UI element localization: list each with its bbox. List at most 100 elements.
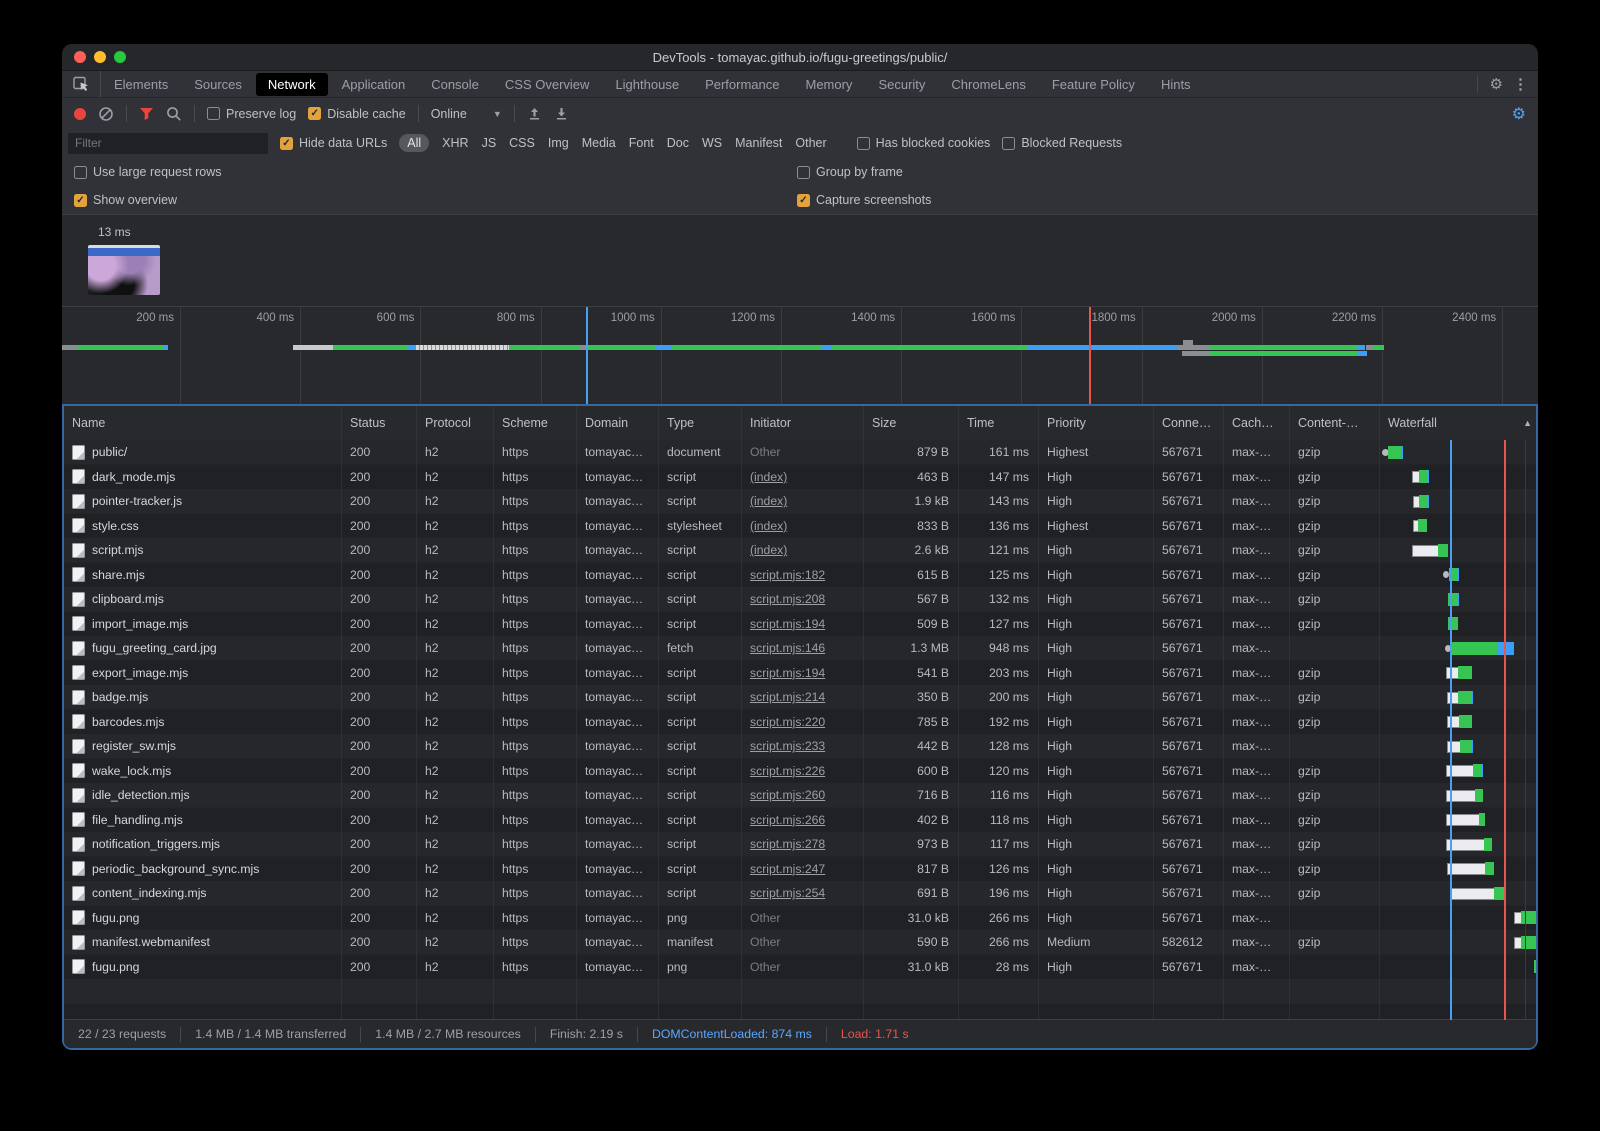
column-header-time[interactable]: Time <box>959 406 1039 440</box>
network-settings-gear-icon[interactable]: ⚙ <box>1512 104 1526 124</box>
capture-screenshots-checkbox[interactable]: Capture screenshots <box>797 193 931 207</box>
table-row[interactable]: import_image.mjs200h2httpstomayac…script… <box>64 612 1536 637</box>
search-icon[interactable] <box>166 106 182 122</box>
table-row[interactable]: style.css200h2httpstomayac…stylesheet(in… <box>64 514 1536 539</box>
column-header-size[interactable]: Size <box>864 406 959 440</box>
initiator-link[interactable]: (index) <box>750 543 787 557</box>
table-row[interactable]: public/200h2httpstomayac…documentOther87… <box>64 440 1536 465</box>
tab-application[interactable]: Application <box>330 73 418 96</box>
table-row[interactable]: wake_lock.mjs200h2httpstomayac…scriptscr… <box>64 759 1536 784</box>
column-header-priority[interactable]: Priority <box>1039 406 1154 440</box>
column-header-connection[interactable]: Conne… <box>1154 406 1224 440</box>
initiator-link[interactable]: (index) <box>750 519 787 533</box>
tab-chromelens[interactable]: ChromeLens <box>939 73 1037 96</box>
initiator-link[interactable]: script.mjs:260 <box>750 788 825 802</box>
initiator-link[interactable]: script.mjs:194 <box>750 666 825 680</box>
initiator-link[interactable]: script.mjs:182 <box>750 568 825 582</box>
clear-icon[interactable] <box>98 106 114 122</box>
tab-memory[interactable]: Memory <box>793 73 864 96</box>
column-header-name[interactable]: Name <box>64 406 342 440</box>
table-row[interactable]: content_indexing.mjs200h2httpstomayac…sc… <box>64 881 1536 906</box>
zoom-window-button[interactable] <box>114 51 126 63</box>
table-row[interactable]: barcodes.mjs200h2httpstomayac…scriptscri… <box>64 710 1536 735</box>
table-row[interactable]: register_sw.mjs200h2httpstomayac…scripts… <box>64 734 1536 759</box>
table-row[interactable]: dark_mode.mjs200h2httpstomayac…script(in… <box>64 465 1536 490</box>
tab-security[interactable]: Security <box>866 73 937 96</box>
throttling-dropdown[interactable]: Online ▼ <box>431 107 502 121</box>
export-har-icon[interactable] <box>554 106 569 121</box>
tab-lighthouse[interactable]: Lighthouse <box>603 73 691 96</box>
filter-chip-other[interactable]: Other <box>795 136 826 150</box>
table-row[interactable]: script.mjs200h2httpstomayac…script(index… <box>64 538 1536 563</box>
tab-elements[interactable]: Elements <box>102 73 180 96</box>
tab-css-overview[interactable]: CSS Overview <box>493 73 602 96</box>
filter-chip-font[interactable]: Font <box>629 136 654 150</box>
tab-feature-policy[interactable]: Feature Policy <box>1040 73 1147 96</box>
table-row[interactable]: clipboard.mjs200h2httpstomayac…scriptscr… <box>64 587 1536 612</box>
minimize-window-button[interactable] <box>94 51 106 63</box>
preserve-log-checkbox[interactable]: Preserve log <box>207 107 296 121</box>
table-row[interactable]: badge.mjs200h2httpstomayac…scriptscript.… <box>64 685 1536 710</box>
column-header-content[interactable]: Content-… <box>1290 406 1380 440</box>
column-header-domain[interactable]: Domain <box>577 406 659 440</box>
initiator-link[interactable]: script.mjs:146 <box>750 641 825 655</box>
tab-sources[interactable]: Sources <box>182 73 254 96</box>
filmstrip-thumbnail[interactable] <box>88 245 160 295</box>
sort-arrow-icon[interactable]: ▲ <box>1523 418 1532 428</box>
initiator-link[interactable]: script.mjs:254 <box>750 886 825 900</box>
table-row[interactable]: file_handling.mjs200h2httpstomayac…scrip… <box>64 808 1536 833</box>
hide-data-urls-checkbox[interactable]: Hide data URLs <box>280 136 387 150</box>
filter-chip-media[interactable]: Media <box>582 136 616 150</box>
has-blocked-cookies-checkbox[interactable]: Has blocked cookies <box>857 136 991 150</box>
initiator-link[interactable]: (index) <box>750 494 787 508</box>
filter-chip-css[interactable]: CSS <box>509 136 535 150</box>
column-header-protocol[interactable]: Protocol <box>417 406 494 440</box>
tab-console[interactable]: Console <box>419 73 491 96</box>
table-row[interactable]: fugu.png200h2httpstomayac…pngOther31.0 k… <box>64 955 1536 980</box>
table-row[interactable]: manifest.webmanifest200h2httpstomayac…ma… <box>64 930 1536 955</box>
initiator-link[interactable]: (index) <box>750 470 787 484</box>
group-by-frame-checkbox[interactable]: Group by frame <box>797 165 903 179</box>
column-header-cache[interactable]: Cach… <box>1224 406 1290 440</box>
initiator-link[interactable]: script.mjs:278 <box>750 837 825 851</box>
filter-chip-ws[interactable]: WS <box>702 136 722 150</box>
tab-network[interactable]: Network <box>256 73 328 96</box>
table-row[interactable]: notification_triggers.mjs200h2httpstomay… <box>64 832 1536 857</box>
tab-performance[interactable]: Performance <box>693 73 791 96</box>
initiator-link[interactable]: script.mjs:247 <box>750 862 825 876</box>
initiator-link[interactable]: script.mjs:226 <box>750 764 825 778</box>
show-overview-checkbox[interactable]: Show overview <box>74 193 177 207</box>
import-har-icon[interactable] <box>527 106 542 121</box>
filter-chip-doc[interactable]: Doc <box>667 136 689 150</box>
table-row[interactable]: share.mjs200h2httpstomayac…scriptscript.… <box>64 563 1536 588</box>
record-button[interactable] <box>74 108 86 120</box>
initiator-link[interactable]: script.mjs:233 <box>750 739 825 753</box>
table-row[interactable]: fugu_greeting_card.jpg200h2httpstomayac…… <box>64 636 1536 661</box>
column-header-waterfall[interactable]: Waterfall▲ <box>1380 406 1538 440</box>
table-row[interactable]: periodic_background_sync.mjs200h2httpsto… <box>64 857 1536 882</box>
filter-chip-xhr[interactable]: XHR <box>442 136 468 150</box>
column-header-status[interactable]: Status <box>342 406 417 440</box>
filter-chip-manifest[interactable]: Manifest <box>735 136 782 150</box>
initiator-link[interactable]: script.mjs:208 <box>750 592 825 606</box>
table-row[interactable]: idle_detection.mjs200h2httpstomayac…scri… <box>64 783 1536 808</box>
use-large-request-rows-checkbox[interactable]: Use large request rows <box>74 165 222 179</box>
filter-chip-img[interactable]: Img <box>548 136 569 150</box>
initiator-link[interactable]: script.mjs:194 <box>750 617 825 631</box>
filter-chip-js[interactable]: JS <box>482 136 497 150</box>
network-overview[interactable]: 200 ms400 ms600 ms800 ms1000 ms1200 ms14… <box>62 306 1538 405</box>
filter-funnel-icon[interactable] <box>139 107 154 121</box>
table-row[interactable]: fugu.png200h2httpstomayac…pngOther31.0 k… <box>64 906 1536 931</box>
more-options-kebab-icon[interactable]: ⋮ <box>1513 77 1528 92</box>
initiator-link[interactable]: script.mjs:214 <box>750 690 825 704</box>
tab-hints[interactable]: Hints <box>1149 73 1203 96</box>
column-header-scheme[interactable]: Scheme <box>494 406 577 440</box>
initiator-link[interactable]: script.mjs:266 <box>750 813 825 827</box>
disable-cache-checkbox[interactable]: Disable cache <box>308 107 406 121</box>
initiator-link[interactable]: script.mjs:220 <box>750 715 825 729</box>
column-header-initiator[interactable]: Initiator <box>742 406 864 440</box>
table-row[interactable]: export_image.mjs200h2httpstomayac…script… <box>64 661 1536 686</box>
filter-chip-all[interactable]: All <box>399 134 429 152</box>
filter-input[interactable] <box>68 133 268 154</box>
blocked-requests-checkbox[interactable]: Blocked Requests <box>1002 136 1122 150</box>
